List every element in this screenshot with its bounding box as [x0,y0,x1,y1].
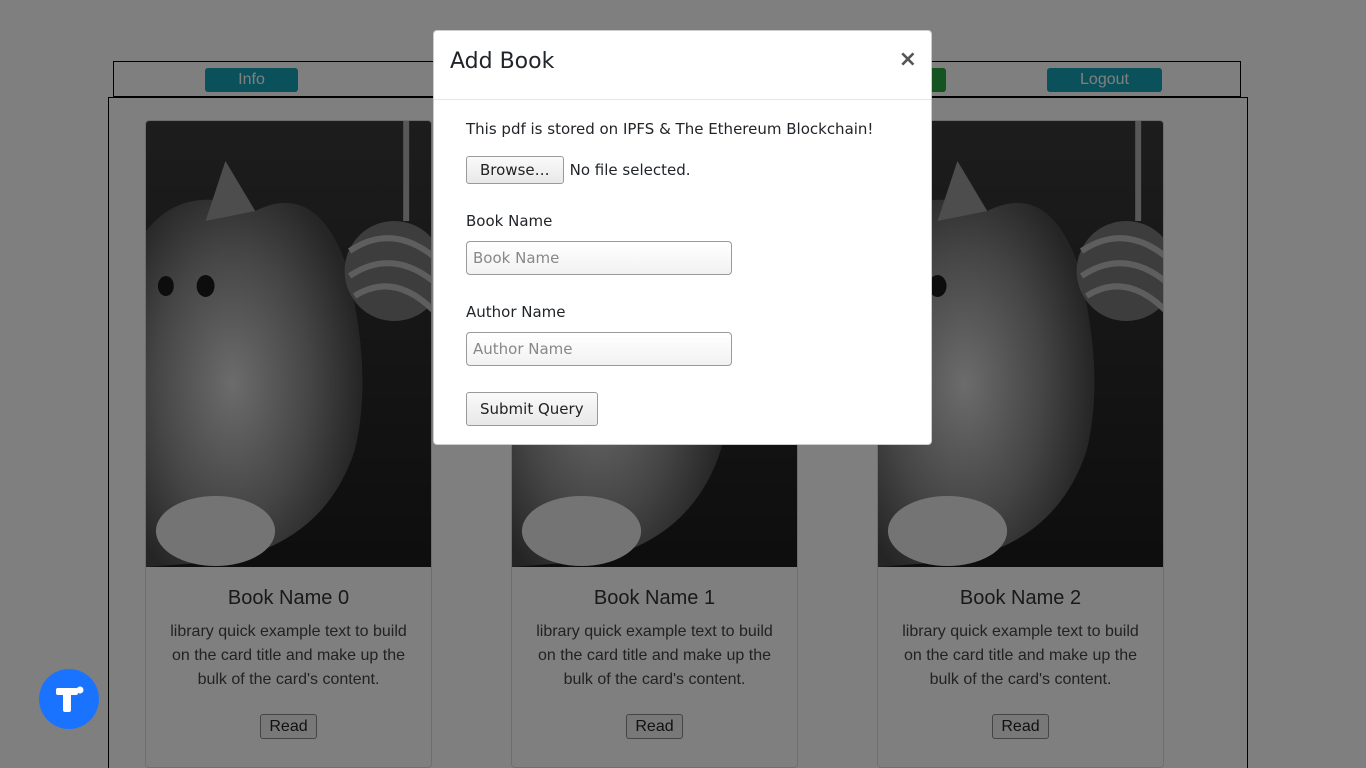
book-name-input[interactable] [466,241,732,275]
book-name-label: Book Name [466,212,553,230]
browse-button[interactable]: Browse… [466,156,564,184]
file-picker: Browse… No file selected. [466,156,899,184]
submit-query-button[interactable]: Submit Query [466,392,598,426]
close-icon[interactable]: × [899,47,917,72]
file-status: No file selected. [569,161,691,179]
modal-title: Add Book [450,49,555,74]
add-book-modal: Add Book × This pdf is stored on IPFS & … [433,30,932,445]
modal-body: This pdf is stored on IPFS & The Ethereu… [434,100,931,426]
author-name-input[interactable] [466,332,732,366]
author-name-label: Author Name [466,303,566,321]
t-letter-icon [56,686,84,712]
storage-info-text: This pdf is stored on IPFS & The Ethereu… [466,120,874,138]
t-logo-icon[interactable] [39,669,99,729]
modal-header: Add Book × [434,31,931,100]
